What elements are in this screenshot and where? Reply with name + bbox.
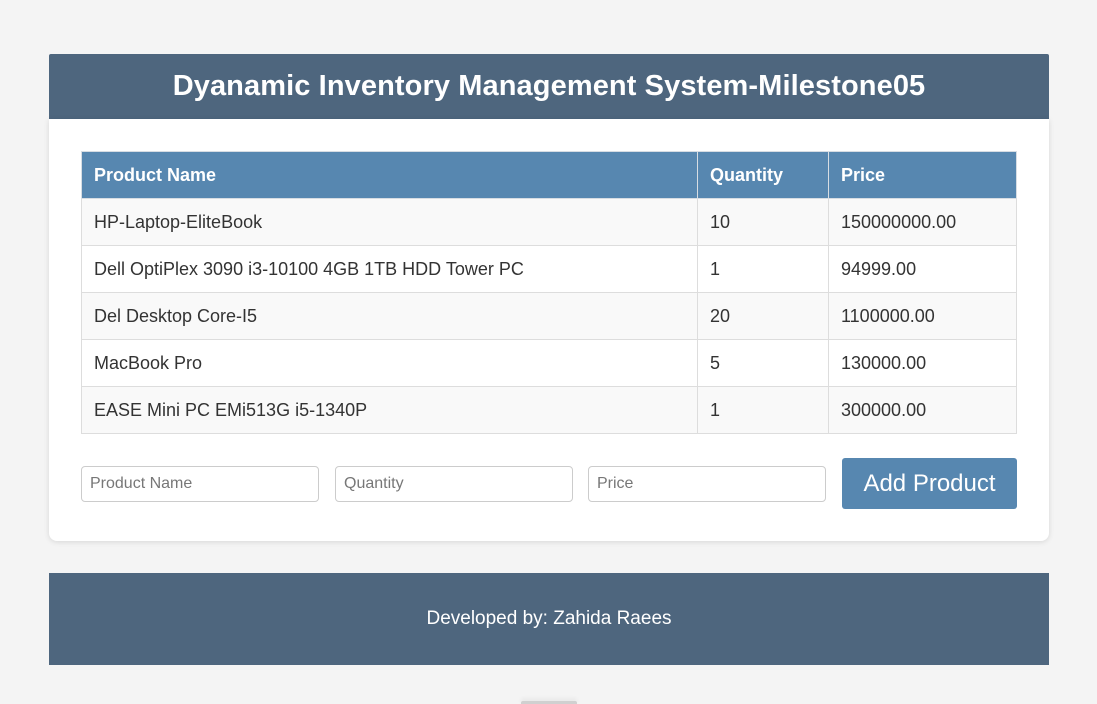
column-header-quantity: Quantity [697,151,829,199]
add-product-form: Add Product [81,458,1017,509]
quantity-input[interactable] [335,466,573,502]
inventory-table: Product Name Quantity Price HP-Laptop-El… [81,151,1017,434]
cell-quantity: 1 [697,245,829,293]
cell-product-name: Dell OptiPlex 3090 i3-10100 4GB 1TB HDD … [81,245,698,293]
page-footer: Developed by: Zahida Raees [49,573,1049,665]
table-row: HP-Laptop-EliteBook 10 150000000.00 [81,198,1017,246]
inventory-card: Product Name Quantity Price HP-Laptop-El… [49,119,1049,541]
add-product-button[interactable]: Add Product [842,458,1017,509]
table-header-row: Product Name Quantity Price [81,151,1017,199]
product-name-input[interactable] [81,466,319,502]
table-row: MacBook Pro 5 130000.00 [81,339,1017,387]
cell-price: 150000000.00 [828,198,1017,246]
table-row: Del Desktop Core-I5 20 1100000.00 [81,292,1017,340]
cell-quantity: 1 [697,386,829,434]
cell-price: 130000.00 [828,339,1017,387]
cell-product-name: HP-Laptop-EliteBook [81,198,698,246]
cell-quantity: 5 [697,339,829,387]
table-row: EASE Mini PC EMi513G i5-1340P 1 300000.0… [81,386,1017,434]
cell-product-name: Del Desktop Core-I5 [81,292,698,340]
footer-credit: Developed by: Zahida Raees [426,608,672,629]
cell-quantity: 10 [697,198,829,246]
cell-product-name: EASE Mini PC EMi513G i5-1340P [81,386,698,434]
cell-price: 1100000.00 [828,292,1017,340]
cell-price: 300000.00 [828,386,1017,434]
price-input[interactable] [588,466,826,502]
column-header-price: Price [828,151,1017,199]
page-title: Dyanamic Inventory Management System-Mil… [172,70,926,102]
column-header-product-name: Product Name [81,151,698,199]
cell-quantity: 20 [697,292,829,340]
table-row: Dell OptiPlex 3090 i3-10100 4GB 1TB HDD … [81,245,1017,293]
cell-product-name: MacBook Pro [81,339,698,387]
page-header: Dyanamic Inventory Management System-Mil… [49,54,1049,119]
cell-price: 94999.00 [828,245,1017,293]
